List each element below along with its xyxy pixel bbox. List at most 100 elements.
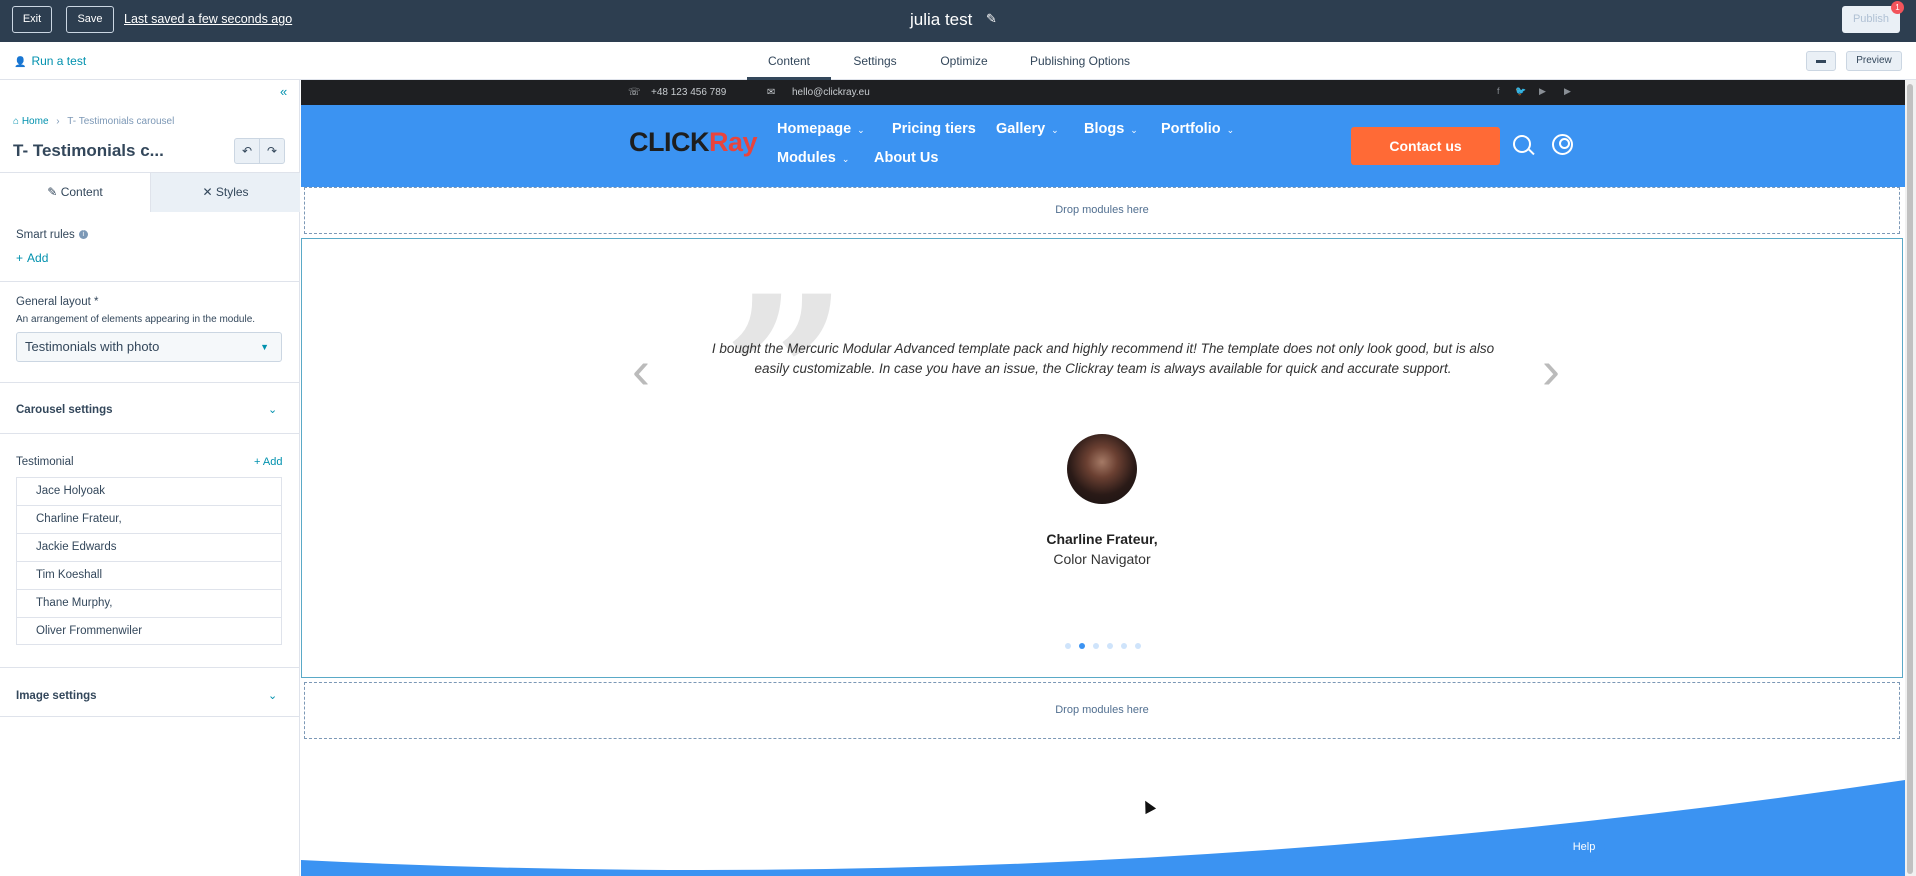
- editor-subbar: 👤 Run a test Content Settings Optimize Pu…: [0, 42, 1916, 80]
- testimonial-item[interactable]: Jackie Edwards: [16, 533, 282, 561]
- chevron-down-icon[interactable]: ⌄: [268, 689, 277, 702]
- exit-button[interactable]: Exit: [12, 6, 52, 33]
- divider: [0, 667, 300, 668]
- publish-badge: 1: [1891, 1, 1904, 14]
- phone-icon: ☏: [628, 87, 641, 98]
- module-sidebar: « ⌂ Home › T- Testimonials carousel T- T…: [0, 80, 300, 876]
- last-saved-link[interactable]: Last saved a few seconds ago: [124, 12, 292, 26]
- collapse-sidebar-icon[interactable]: «: [280, 84, 287, 99]
- smart-rules-label: Smart rules i: [16, 229, 88, 241]
- chevron-down-icon: ⌄: [841, 154, 850, 164]
- pencil-icon: ✎: [47, 185, 58, 199]
- tab-optimize[interactable]: Optimize: [934, 42, 994, 80]
- chevron-down-icon[interactable]: ⌄: [268, 403, 277, 416]
- email-address: hello@clickray.eu: [792, 87, 870, 98]
- breadcrumb-separator: ›: [56, 116, 60, 127]
- breadcrumb: ⌂ Home › T- Testimonials carousel: [13, 116, 174, 127]
- search-icon[interactable]: [1513, 135, 1531, 153]
- youtube-icon[interactable]: ▶: [1539, 86, 1546, 97]
- help-button[interactable]: Help: [1563, 832, 1605, 862]
- contact-us-button[interactable]: Contact us: [1351, 127, 1500, 165]
- general-layout-description: An arrangement of elements appearing in …: [16, 314, 256, 325]
- drop-zone[interactable]: Drop modules here: [304, 187, 1900, 234]
- menu-pricing-tiers[interactable]: Pricing tiers: [892, 121, 976, 137]
- menu-blogs[interactable]: Blogs ⌄: [1084, 121, 1138, 137]
- carousel-dot[interactable]: [1079, 643, 1085, 649]
- menu-modules[interactable]: Modules ⌄: [777, 150, 849, 166]
- page-canvas: ☏ +48 123 456 789 ✉ hello@clickray.eu f …: [301, 80, 1916, 876]
- comment-icon[interactable]: ▬: [1806, 51, 1836, 71]
- carousel-settings-toggle[interactable]: Carousel settings: [16, 404, 113, 416]
- divider: [0, 433, 300, 434]
- testimonial-label: Testimonial: [16, 456, 74, 468]
- carousel-dots: [1065, 643, 1145, 651]
- youtube-icon[interactable]: ▶: [1564, 86, 1571, 97]
- sidebar-tab-content[interactable]: ✎ Content: [0, 173, 150, 212]
- preview-button[interactable]: Preview: [1846, 51, 1902, 71]
- testimonial-add-button[interactable]: + Add: [254, 456, 282, 468]
- testimonial-item[interactable]: Tim Koeshall: [16, 561, 282, 589]
- menu-about-us[interactable]: About Us: [874, 150, 938, 166]
- breadcrumb-current: T- Testimonials carousel: [67, 116, 175, 127]
- module-title: T- Testimonials c...: [13, 141, 164, 160]
- carousel-dot[interactable]: [1065, 643, 1071, 649]
- chevron-down-icon: ⌄: [857, 125, 865, 135]
- run-test-label: Run a test: [31, 54, 87, 68]
- testimonial-quote: I bought the Mercuric Modular Advanced t…: [711, 341, 1495, 376]
- run-test-link[interactable]: 👤 Run a test: [14, 54, 86, 68]
- tab-settings[interactable]: Settings: [845, 42, 905, 80]
- redo-icon[interactable]: ↷: [259, 138, 285, 164]
- testimonial-list: Jace Holyoak Charline Frateur, Jackie Ed…: [16, 477, 282, 645]
- carousel-dot[interactable]: [1107, 643, 1113, 649]
- edit-title-pencil-icon[interactable]: ✎: [986, 11, 997, 27]
- tab-publishing-options[interactable]: Publishing Options: [1024, 42, 1136, 80]
- menu-homepage[interactable]: Homepage ⌄: [777, 121, 865, 137]
- breadcrumb-home[interactable]: ⌂ Home: [13, 116, 49, 127]
- sidebar-tab-styles[interactable]: ✕ Styles: [150, 173, 300, 212]
- divider: [0, 382, 300, 383]
- site-navbar: CLICKRay Homepage ⌄ Pricing tiers Gallery…: [301, 105, 1905, 187]
- image-settings-toggle[interactable]: Image settings: [16, 690, 97, 702]
- chevron-down-icon: ⌄: [1051, 125, 1059, 135]
- undo-icon[interactable]: ↶: [234, 138, 260, 164]
- menu-portfolio[interactable]: Portfolio ⌄: [1161, 121, 1234, 137]
- site-logo[interactable]: CLICKRay: [629, 127, 758, 158]
- testimonial-role: Color Navigator: [1053, 551, 1151, 567]
- divider: [0, 281, 300, 282]
- info-icon[interactable]: i: [78, 230, 88, 240]
- testimonial-item[interactable]: Thane Murphy,: [16, 589, 282, 617]
- carousel-prev-arrow-icon[interactable]: ‹: [632, 339, 650, 401]
- facebook-icon[interactable]: f: [1497, 86, 1500, 96]
- person-icon: 👤: [14, 57, 27, 68]
- site-infobar: ☏ +48 123 456 789 ✉ hello@clickray.eu f …: [301, 80, 1905, 105]
- carousel-dot[interactable]: [1135, 643, 1141, 649]
- menu-gallery[interactable]: Gallery ⌄: [996, 121, 1059, 137]
- twitter-icon[interactable]: 🐦: [1515, 86, 1526, 97]
- general-layout-label: General layout *: [16, 296, 99, 308]
- page-title: julia test: [910, 10, 973, 29]
- chevron-down-icon: ⌄: [1226, 125, 1235, 135]
- carousel-dot[interactable]: [1093, 643, 1099, 649]
- sidebar-tabs: ✎ Content ✕ Styles: [0, 172, 300, 212]
- testimonial-item[interactable]: Jace Holyoak: [16, 477, 282, 505]
- testimonial-item[interactable]: Oliver Frommenwiler: [16, 617, 282, 645]
- user-account-icon[interactable]: [1552, 134, 1573, 155]
- tab-content[interactable]: Content: [747, 42, 831, 80]
- scrollbar-thumb[interactable]: [1907, 84, 1913, 874]
- plus-icon: +: [16, 251, 24, 265]
- testimonial-name: Charline Frateur,: [1046, 531, 1158, 547]
- testimonial-item[interactable]: Charline Frateur,: [16, 505, 282, 533]
- save-button[interactable]: Save: [66, 6, 114, 33]
- caret-down-icon: ▼: [260, 342, 269, 352]
- testimonial-carousel-module[interactable]: ” ‹ › I bought the Mercuric Modular Adva…: [301, 238, 1903, 678]
- wrench-icon: ✕: [202, 185, 213, 199]
- general-layout-select[interactable]: Testimonials with photo ▼: [16, 332, 282, 362]
- mail-icon: ✉: [767, 87, 776, 98]
- smart-rules-add-button[interactable]: + Add: [16, 251, 48, 265]
- drop-zone[interactable]: Drop modules here: [304, 682, 1900, 739]
- divider: [0, 716, 300, 717]
- carousel-next-arrow-icon[interactable]: ›: [1542, 339, 1560, 401]
- carousel-dot[interactable]: [1121, 643, 1127, 649]
- phone-number: +48 123 456 789: [651, 87, 727, 98]
- editor-topbar: Exit Save Last saved a few seconds ago j…: [0, 0, 1916, 42]
